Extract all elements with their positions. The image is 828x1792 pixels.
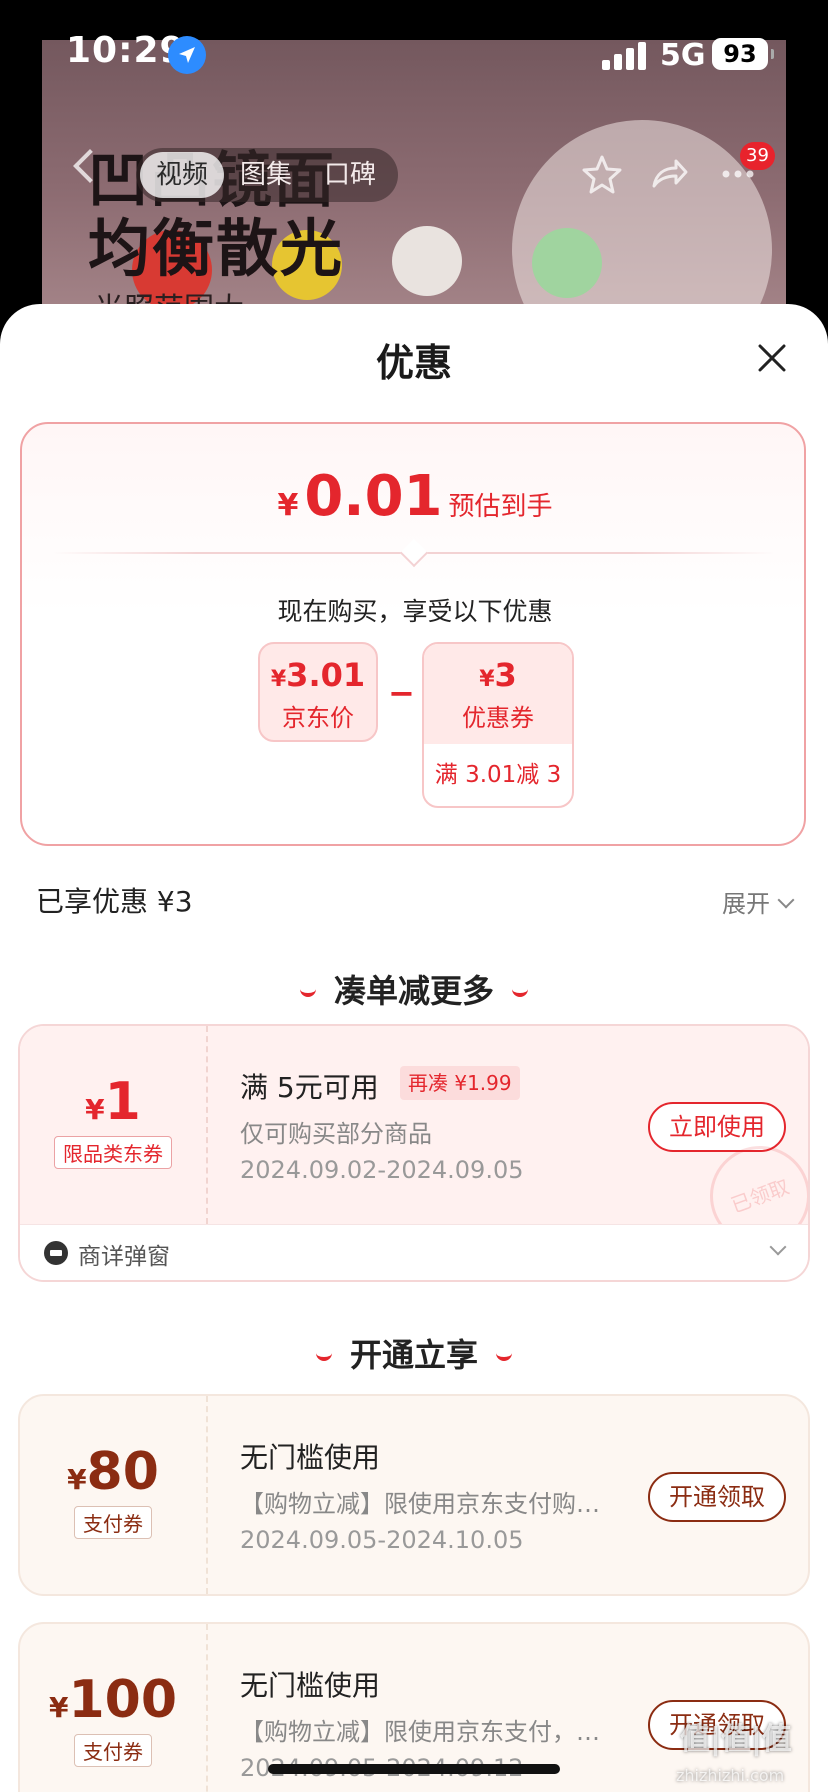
signal-icon — [602, 40, 648, 70]
coupon-amount: 100 — [68, 1670, 178, 1730]
coupon-value-panel: ¥80 支付券 — [20, 1396, 208, 1594]
tab-gallery[interactable]: 图集 — [224, 152, 308, 198]
coupon-amount: 1 — [104, 1072, 141, 1132]
currency-symbol: ¥ — [277, 488, 299, 523]
coupon-validity: 2024.09.02-2024.09.05 — [240, 1156, 524, 1184]
message-count-badge: 39 — [740, 142, 775, 170]
coupon-validity: 2024.09.05-2024.10.05 — [240, 1526, 524, 1554]
smile-decoration — [299, 989, 316, 997]
discount-sheet: 优惠 ¥0.01 预估到手 现在购买，享受以下优惠 ¥3.01 京东价 − ¥3 … — [0, 304, 828, 1792]
coupon-discount-box: ¥3 优惠券 满 3.01减 3 — [422, 642, 574, 808]
jd-price-label: 京东价 — [282, 704, 354, 732]
coupon-footer[interactable]: 商详弹窗 — [20, 1224, 808, 1280]
currency-symbol: ¥ — [479, 667, 495, 692]
expand-button[interactable]: 展开 — [722, 884, 795, 919]
coupon-type-tag: 支付券 — [74, 1506, 152, 1539]
enjoyed-discount-label: 已享优惠 ¥3 — [36, 885, 193, 918]
smile-decoration — [315, 1353, 332, 1361]
estimated-label: 预估到手 — [448, 492, 553, 522]
use-now-button[interactable]: 立即使用 — [648, 1102, 786, 1152]
banner-decoration — [392, 226, 462, 296]
coupon-value-panel: ¥1 限品类东券 — [20, 1026, 208, 1224]
jd-price-value: 3.01 — [286, 656, 366, 694]
home-indicator[interactable] — [268, 1764, 560, 1774]
coupon-title: 满 5元可用 — [240, 1071, 379, 1104]
coupon-title: 无门槛使用 — [240, 1669, 381, 1702]
coupon-type-tag: 支付券 — [74, 1734, 152, 1767]
jd-price-box: ¥3.01 京东价 — [258, 642, 378, 742]
activate-claim-button[interactable]: 开通领取 — [648, 1472, 786, 1522]
summary-subtitle: 现在购买，享受以下优惠 — [277, 597, 553, 626]
currency-symbol: ¥ — [48, 1691, 69, 1724]
network-type: 5G — [660, 38, 706, 73]
media-tab-bar: 视频 图集 口碑 — [136, 148, 398, 202]
tab-video[interactable]: 视频 — [140, 152, 225, 198]
section-title: 开通立享 — [349, 1336, 478, 1374]
status-bar: 10:29 5G 93 — [0, 0, 828, 110]
coupon-value: 3 — [494, 656, 517, 694]
star-icon[interactable] — [580, 152, 624, 196]
section-title: 凑单减更多 — [333, 972, 494, 1010]
coupon-gap-tag: 再凑 ¥1.99 — [400, 1066, 520, 1100]
currency-symbol: ¥ — [67, 1463, 87, 1496]
section-heading: 凑单减更多 — [0, 966, 828, 1012]
coupon-condition: 满 3.01减 3 — [434, 762, 562, 788]
currency-symbol: ¥ — [270, 667, 287, 692]
coupon-label: 优惠券 — [462, 704, 534, 732]
watermark-url: zhizhizhi.com — [676, 1766, 785, 1785]
smile-decoration — [512, 989, 528, 997]
minus-operator: − — [388, 674, 415, 712]
sheet-title: 优惠 — [375, 341, 452, 385]
watermark: 值|值|值 — [680, 1722, 792, 1757]
smile-decoration — [496, 1353, 512, 1361]
section-heading: 开通立享 — [0, 1330, 828, 1376]
location-arrow-icon — [168, 36, 206, 74]
close-icon[interactable] — [752, 338, 792, 378]
currency-symbol: ¥ — [85, 1093, 105, 1126]
banner-headline: 均衡散光 — [88, 212, 345, 285]
coupon-value-panel: ¥100 支付券 — [20, 1624, 208, 1792]
coupon-title: 无门槛使用 — [240, 1441, 381, 1474]
expand-label: 展开 — [722, 890, 770, 918]
coupon-card: ¥80 支付券 无门槛使用 【购物立减】限使用京东支付购… 2024.09.05… — [18, 1394, 810, 1596]
estimated-price: ¥0.01 预估到手 — [22, 464, 808, 529]
coupon-description: 【购物立减】限使用京东支付，… — [240, 1718, 600, 1746]
price-summary-card: ¥0.01 预估到手 现在购买，享受以下优惠 ¥3.01 京东价 − ¥3 优惠券… — [20, 422, 806, 846]
coupon-card: ¥1 限品类东券 满 5元可用 再凑 ¥1.99 仅可购买部分商品 2024.0… — [18, 1024, 810, 1282]
coupon-description: 仅可购买部分商品 — [240, 1120, 432, 1148]
coupon-amount: 80 — [86, 1442, 159, 1502]
coupon-type-tag: 限品类东券 — [54, 1136, 172, 1169]
share-icon[interactable] — [646, 152, 690, 196]
chevron-down-icon — [777, 891, 795, 908]
chevron-down-icon — [769, 1238, 787, 1256]
popup-label: 商详弹窗 — [78, 1244, 170, 1270]
estimated-amount: 0.01 — [304, 464, 443, 529]
popup-icon — [44, 1241, 68, 1265]
tab-reviews[interactable]: 口碑 — [308, 152, 392, 198]
coupon-description: 【购物立减】限使用京东支付购… — [240, 1490, 600, 1518]
battery-icon: 93 — [712, 38, 774, 70]
banner-decoration — [512, 120, 772, 320]
divider-notch — [399, 538, 429, 568]
